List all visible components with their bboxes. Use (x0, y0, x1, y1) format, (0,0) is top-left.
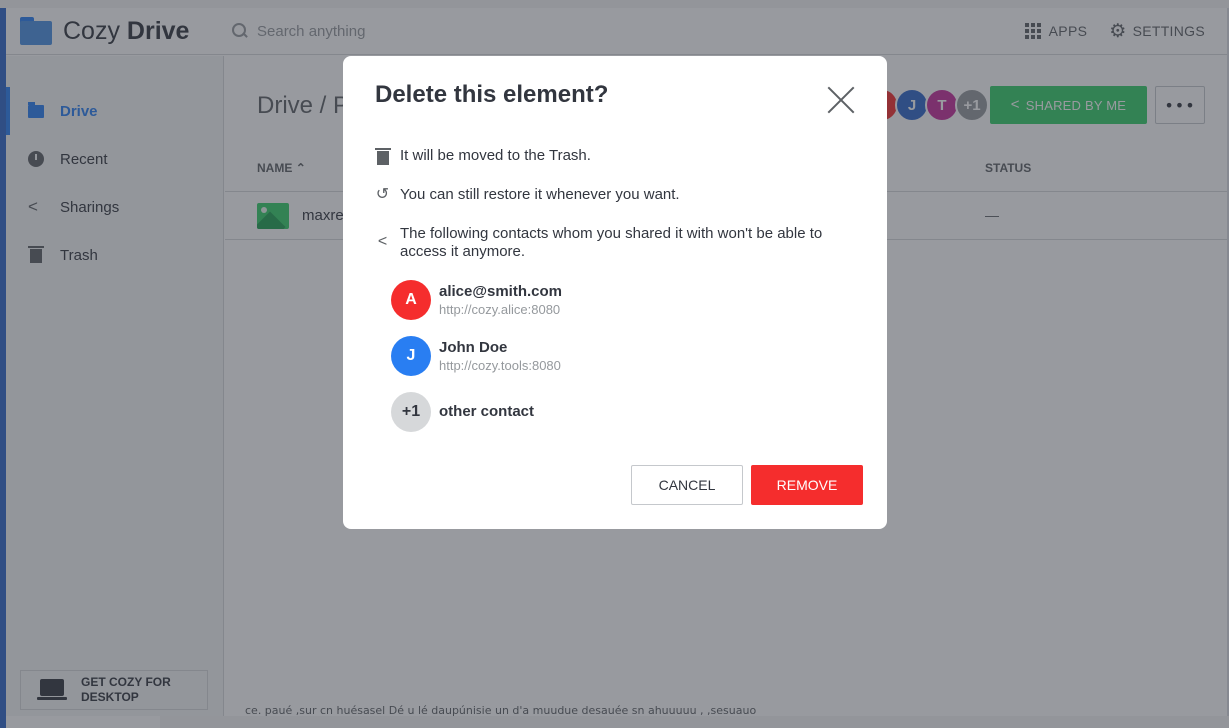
delete-confirmation-dialog: Delete this element? It will be moved to… (343, 56, 887, 529)
contact-name: John Doe (439, 338, 508, 356)
dialog-title: Delete this element? (375, 81, 609, 108)
contact-url: http://cozy.tools:8080 (439, 357, 561, 373)
cancel-button[interactable]: CANCEL (631, 465, 743, 505)
info-restore: ↺ You can still restore it whenever you … (375, 186, 855, 204)
info-text: You can still restore it whenever you wa… (400, 186, 680, 203)
avatar: A (391, 280, 431, 320)
contact-name: other contact (439, 403, 535, 420)
restore-icon: ↺ (375, 186, 390, 203)
remove-button[interactable]: REMOVE (751, 465, 863, 505)
close-icon[interactable] (826, 85, 856, 115)
contact-item: A alice@smith.com http://cozy.alice:8080 (391, 280, 562, 320)
contact-name: alice@smith.com (439, 282, 563, 300)
avatar: J (391, 336, 431, 376)
info-trash: It will be moved to the Trash. (374, 147, 855, 165)
contact-url: http://cozy.alice:8080 (439, 301, 561, 317)
info-text: The following contacts whom you shared i… (400, 225, 823, 260)
trash-icon (374, 148, 391, 165)
share-icon: < (377, 233, 388, 250)
contact-item: +1 other contact (391, 392, 534, 432)
info-text: It will be moved to the Trash. (400, 147, 591, 164)
info-sharing: < The following contacts whom you shared… (375, 225, 855, 261)
contact-item: J John Doe http://cozy.tools:8080 (391, 336, 561, 376)
avatar-more: +1 (391, 392, 431, 432)
